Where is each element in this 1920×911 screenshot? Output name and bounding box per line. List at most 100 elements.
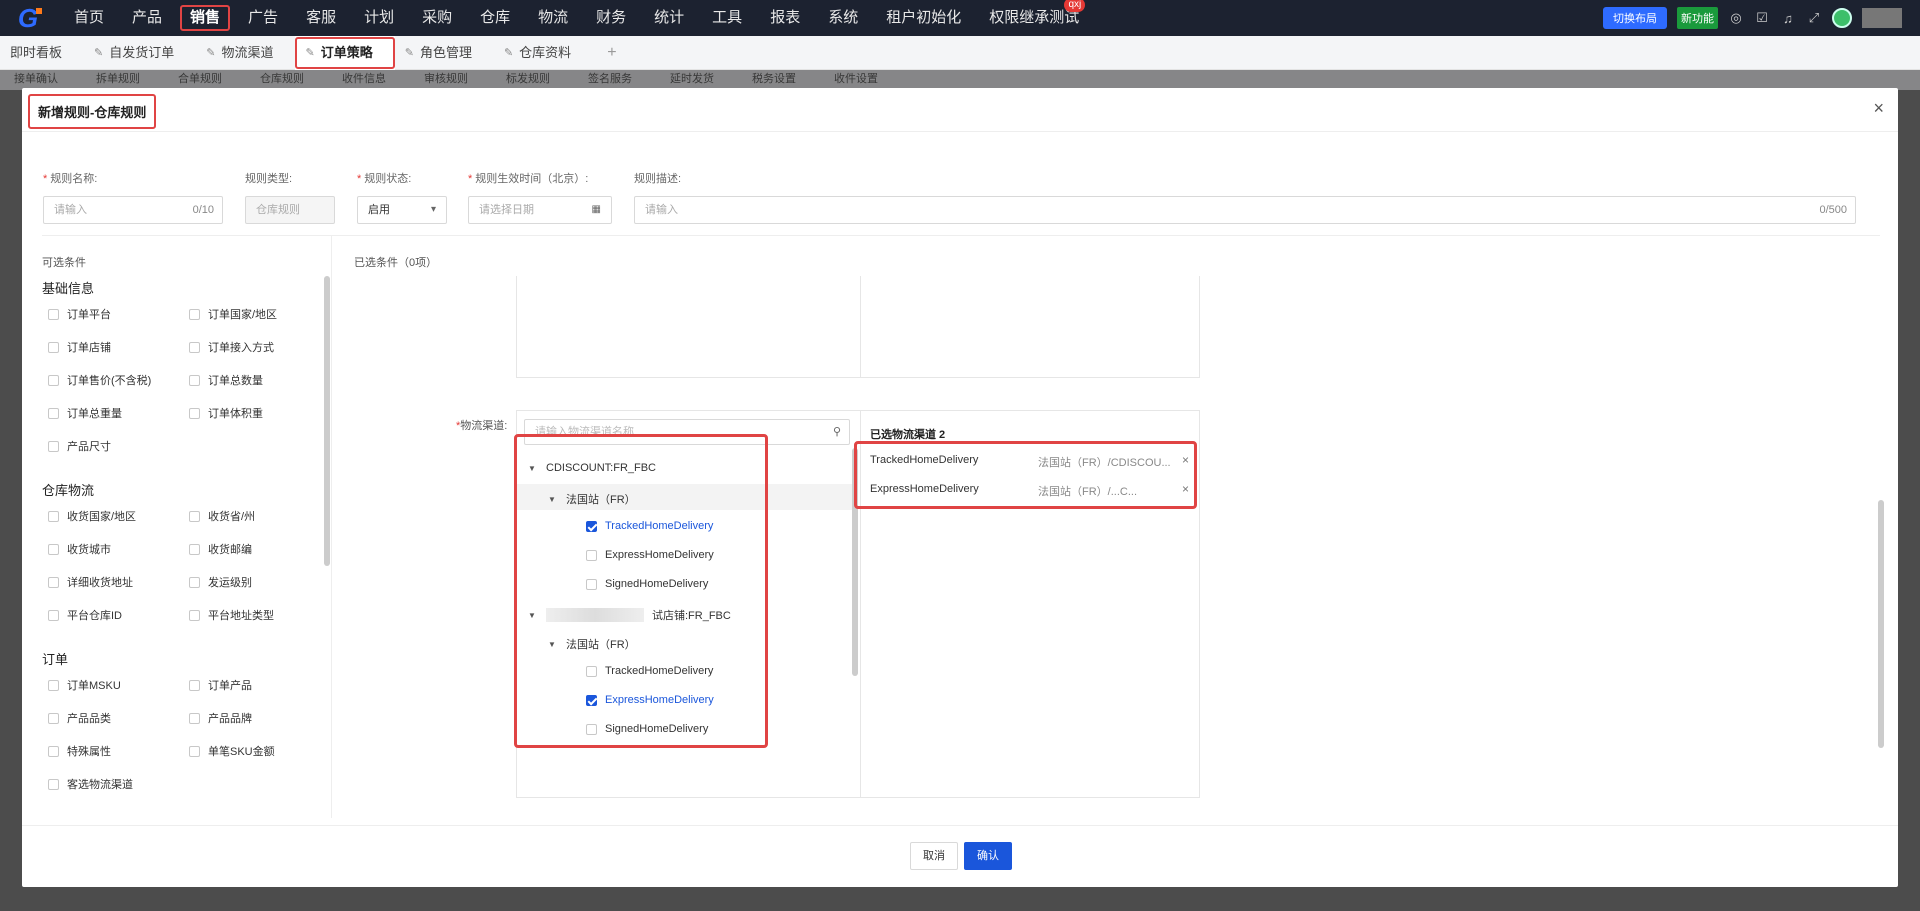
- condition-option[interactable]: 发运级别: [189, 574, 252, 590]
- checkbox[interactable]: [48, 679, 59, 691]
- condition-option[interactable]: 产品品牌: [189, 710, 252, 726]
- condition-option[interactable]: 特殊属性: [48, 743, 111, 759]
- rule-description-input[interactable]: 请输入 0/500: [634, 196, 1856, 224]
- checkbox[interactable]: [189, 679, 200, 691]
- cancel-button[interactable]: 取消: [910, 842, 958, 870]
- rule-status-select[interactable]: 启用 ▾: [357, 196, 447, 224]
- nav-ads[interactable]: 广告: [234, 0, 292, 36]
- checkbox[interactable]: [48, 778, 59, 790]
- checkbox[interactable]: [48, 745, 59, 757]
- scrollbar[interactable]: [324, 276, 330, 566]
- bell-icon[interactable]: ♫: [1780, 11, 1796, 26]
- rule-type-field: 规则类型: 仓库规则: [245, 170, 335, 224]
- checkbox[interactable]: [189, 609, 200, 621]
- tab-order-strategy[interactable]: ✎ 订单策略: [295, 35, 395, 70]
- pin-icon[interactable]: ✎: [504, 36, 513, 70]
- tab-logistics-channel[interactable]: ✎ 物流渠道: [196, 36, 295, 70]
- available-conditions-panel: 可选条件 基础信息 订单平台 订单国家/地区 订单店铺 订单接入方式 订单售价(…: [22, 236, 332, 818]
- nav-tools[interactable]: 工具: [698, 0, 756, 36]
- condition-option[interactable]: 详细收货地址: [48, 574, 133, 590]
- checkbox[interactable]: [48, 576, 59, 588]
- condition-option[interactable]: 订单总数量: [189, 372, 263, 388]
- nav-service[interactable]: 客服: [292, 0, 350, 36]
- checkbox[interactable]: [189, 543, 200, 555]
- condition-option[interactable]: 收货邮编: [189, 541, 252, 557]
- new-feature-button[interactable]: 新功能: [1677, 7, 1718, 29]
- tab-warehouse-info[interactable]: ✎ 仓库资料: [494, 36, 593, 70]
- condition-option[interactable]: 收货城市: [48, 541, 111, 557]
- nav-tenant-init[interactable]: 租户初始化: [872, 0, 975, 36]
- scrollbar[interactable]: [1878, 500, 1884, 748]
- nav-home[interactable]: 首页: [60, 0, 118, 36]
- nav-product[interactable]: 产品: [118, 0, 176, 36]
- group-title-order: 订单: [42, 652, 69, 667]
- switch-layout-button[interactable]: 切换布局: [1603, 7, 1667, 29]
- close-icon[interactable]: ×: [1873, 98, 1884, 119]
- confirm-button[interactable]: 确认: [964, 842, 1012, 870]
- pause-icon[interactable]: ◎: [1728, 10, 1744, 26]
- checkbox[interactable]: [189, 712, 200, 724]
- condition-option[interactable]: 订单国家/地区: [189, 306, 277, 322]
- condition-option[interactable]: 订单售价(不含税): [48, 372, 151, 388]
- nav-system[interactable]: 系统: [814, 0, 872, 36]
- condition-option[interactable]: 收货省/州: [189, 508, 255, 524]
- pin-icon[interactable]: ✎: [405, 36, 414, 70]
- checkbox[interactable]: [48, 712, 59, 724]
- condition-option[interactable]: 产品尺寸: [48, 438, 111, 454]
- nav-stats[interactable]: 统计: [640, 0, 698, 36]
- nav-warehouse[interactable]: 仓库: [466, 0, 524, 36]
- checkbox[interactable]: [48, 510, 59, 522]
- condition-option[interactable]: 订单体积重: [189, 405, 263, 421]
- nav-permission-test[interactable]: 权限继承测试 qxj: [975, 0, 1093, 36]
- condition-option[interactable]: 单笔SKU金额: [189, 743, 275, 759]
- condition-option[interactable]: 平台仓库ID: [48, 607, 122, 623]
- calendar-icon: ▦: [591, 204, 601, 215]
- add-tab-button[interactable]: +: [593, 44, 616, 62]
- search-icon[interactable]: ⚲: [833, 420, 841, 444]
- pin-icon[interactable]: ✎: [206, 36, 215, 70]
- nav-purchase[interactable]: 采购: [408, 0, 466, 36]
- username-redacted[interactable]: [1862, 8, 1902, 28]
- checkbox[interactable]: [189, 576, 200, 588]
- app-logo[interactable]: G: [0, 0, 60, 36]
- checkbox[interactable]: [189, 308, 200, 320]
- checkbox[interactable]: [189, 407, 200, 419]
- checkbox[interactable]: [48, 308, 59, 320]
- tab-role-management[interactable]: ✎ 角色管理: [395, 36, 494, 70]
- pin-icon[interactable]: ✎: [305, 36, 314, 70]
- tab-self-ship-orders[interactable]: ✎ 自发货订单: [84, 36, 196, 70]
- condition-option[interactable]: 产品品类: [48, 710, 111, 726]
- tab-dashboard[interactable]: 即时看板: [0, 36, 84, 70]
- pin-icon[interactable]: ✎: [94, 36, 103, 70]
- fullscreen-icon[interactable]: ⤢: [1806, 10, 1822, 26]
- checkbox[interactable]: [48, 341, 59, 353]
- checkbox[interactable]: [48, 374, 59, 386]
- checkbox[interactable]: [48, 407, 59, 419]
- date-picker-input[interactable]: 请选择日期 ▦: [468, 196, 612, 224]
- condition-option[interactable]: 订单店铺: [48, 339, 111, 355]
- nav-finance[interactable]: 财务: [582, 0, 640, 36]
- checkbox[interactable]: [48, 440, 59, 452]
- nav-plan[interactable]: 计划: [350, 0, 408, 36]
- condition-option[interactable]: 订单总重量: [48, 405, 122, 421]
- nav-sales[interactable]: 销售: [176, 0, 234, 36]
- checkbox[interactable]: [189, 745, 200, 757]
- condition-option[interactable]: 收货国家/地区: [48, 508, 136, 524]
- highlight-box: [854, 441, 1197, 509]
- checkbox[interactable]: [48, 609, 59, 621]
- avatar[interactable]: [1832, 8, 1852, 28]
- condition-option[interactable]: 订单产品: [189, 677, 252, 693]
- condition-option[interactable]: 平台地址类型: [189, 607, 274, 623]
- condition-option[interactable]: 订单MSKU: [48, 677, 121, 693]
- nav-logistics[interactable]: 物流: [524, 0, 582, 36]
- checkbox[interactable]: [189, 341, 200, 353]
- condition-option[interactable]: 客选物流渠道: [48, 776, 133, 792]
- condition-option[interactable]: 订单平台: [48, 306, 111, 322]
- task-check-icon[interactable]: ☑: [1754, 10, 1770, 26]
- nav-reports[interactable]: 报表: [756, 0, 814, 36]
- condition-option[interactable]: 订单接入方式: [189, 339, 274, 355]
- checkbox[interactable]: [48, 543, 59, 555]
- rule-name-input[interactable]: 请输入 0/10: [43, 196, 223, 224]
- checkbox[interactable]: [189, 510, 200, 522]
- checkbox[interactable]: [189, 374, 200, 386]
